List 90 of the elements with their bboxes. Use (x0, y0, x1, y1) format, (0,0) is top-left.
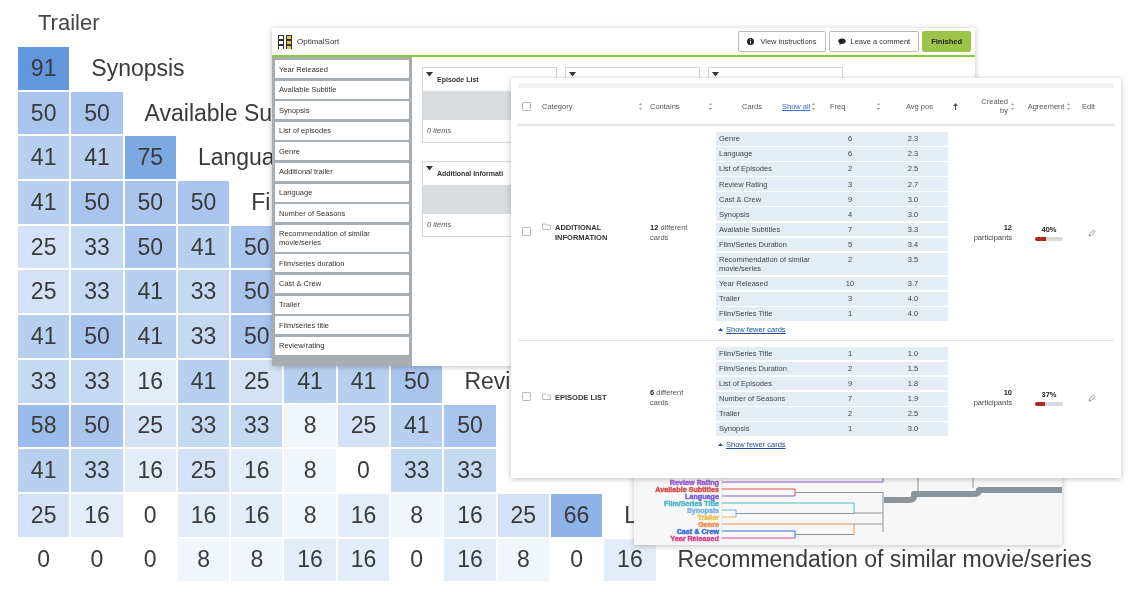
matrix-cell: 41 (18, 181, 70, 224)
matrix-cell: 50 (71, 404, 123, 448)
sort-ascending-icon[interactable] (952, 102, 958, 110)
matrix-cell: 25 (177, 449, 230, 492)
matrix-cell: 50 (71, 181, 123, 224)
matrix-cell: 66 (550, 493, 603, 537)
matrix-cell: 41 (71, 136, 123, 180)
matrix-cell: 50 (124, 181, 176, 224)
info-icon (747, 37, 756, 46)
caret-icon[interactable] (426, 166, 433, 171)
matrix-cell: 50 (444, 404, 496, 448)
sort-icon[interactable] (1067, 102, 1071, 110)
matrix-cell: 8 (284, 493, 336, 537)
matrix-cell: 8 (497, 538, 549, 582)
matrix-cell: 33 (71, 449, 123, 492)
matrix-cell: 25 (18, 493, 70, 537)
matrix-cell: 16 (177, 493, 230, 537)
matrix-cell: 33 (177, 315, 230, 358)
matrix-label: Revi (464, 367, 511, 395)
matrix-cell: 25 (497, 493, 549, 537)
matrix-cell: 33 (177, 270, 230, 314)
caret-icon (718, 327, 723, 331)
matrix-cell: 16 (124, 449, 176, 492)
sort-icon[interactable] (812, 102, 816, 110)
matrix-cell: 50 (71, 91, 123, 135)
matrix-label: Available Su (144, 99, 273, 127)
matrix-cell: 8 (284, 449, 336, 492)
matrix-header-label: Trailer (38, 10, 100, 37)
matrix-cell: 41 (18, 449, 70, 492)
matrix-cell: 8 (177, 538, 230, 582)
matrix-cell: 33 (177, 404, 230, 448)
matrix-label: Recommendation of similar movie/series (677, 546, 1092, 574)
matrix-cell: 16 (71, 493, 123, 537)
matrix-cell: 41 (177, 359, 230, 403)
matrix-cell: 41 (391, 404, 443, 448)
pencil-icon[interactable] (1088, 228, 1096, 237)
matrix-cell: 33 (444, 449, 496, 492)
caret-icon[interactable] (426, 72, 433, 77)
matrix-cell: 25 (337, 404, 390, 448)
matrix-cell: 41 (124, 270, 176, 314)
sort-icon[interactable] (709, 102, 712, 110)
matrix-cell: 50 (18, 91, 70, 135)
matrix-cell: 25 (18, 270, 70, 314)
matrix-cell: 50 (177, 181, 230, 224)
matrix-cell: 8 (231, 538, 283, 582)
matrix-cell: 16 (337, 538, 390, 582)
matrix-cell: 33 (231, 404, 283, 448)
matrix-cell: 16 (337, 493, 390, 537)
matrix-cell: 16 (604, 538, 656, 582)
matrix-cell: 41 (18, 136, 70, 180)
matrix-cell: 91 (18, 47, 70, 90)
checkbox[interactable] (522, 101, 531, 111)
matrix-cell: 41 (124, 315, 176, 358)
matrix-cell: 33 (71, 359, 123, 403)
checkbox[interactable] (522, 392, 531, 402)
matrix-cell: 50 (71, 315, 123, 358)
matrix-cell: 16 (284, 538, 336, 582)
matrix-cell: 33 (71, 270, 123, 314)
matrix-cell: 16 (231, 493, 283, 537)
folder-icon (542, 392, 551, 400)
sort-icon[interactable] (877, 102, 880, 110)
matrix-cell: 50 (124, 225, 176, 269)
sort-icon[interactable] (1011, 102, 1014, 110)
sort-icon[interactable] (639, 102, 642, 110)
checkbox[interactable] (522, 227, 531, 237)
matrix-cell: 16 (231, 449, 283, 492)
caret-icon (718, 442, 723, 446)
matrix-label: Synopsis (91, 54, 185, 82)
pencil-icon[interactable] (1088, 393, 1096, 402)
matrix-cell: 33 (18, 359, 70, 403)
matrix-cell: 16 (124, 359, 176, 403)
matrix-cell: 41 (177, 225, 230, 269)
matrix-cell: 25 (231, 359, 283, 403)
matrix-cell: 41 (18, 315, 70, 358)
matrix-cell: 33 (71, 225, 123, 269)
matrix-cell: 8 (284, 404, 336, 448)
matrix-cell: 25 (124, 404, 176, 448)
matrix-cell: 75 (124, 136, 176, 180)
matrix-label: Langua (197, 144, 275, 172)
matrix-cell: 25 (18, 225, 70, 269)
matrix-label: Fi (251, 188, 271, 216)
logo-icon (278, 34, 292, 49)
matrix-cell: 8 (391, 493, 443, 537)
folder-icon (542, 222, 551, 230)
matrix-cell: 33 (391, 449, 443, 492)
matrix-cell: 58 (18, 404, 70, 448)
matrix-cell: 16 (444, 493, 496, 537)
matrix-cell: 16 (444, 538, 496, 582)
app-title: OptimalSort (297, 37, 340, 46)
comment-icon (837, 38, 846, 45)
